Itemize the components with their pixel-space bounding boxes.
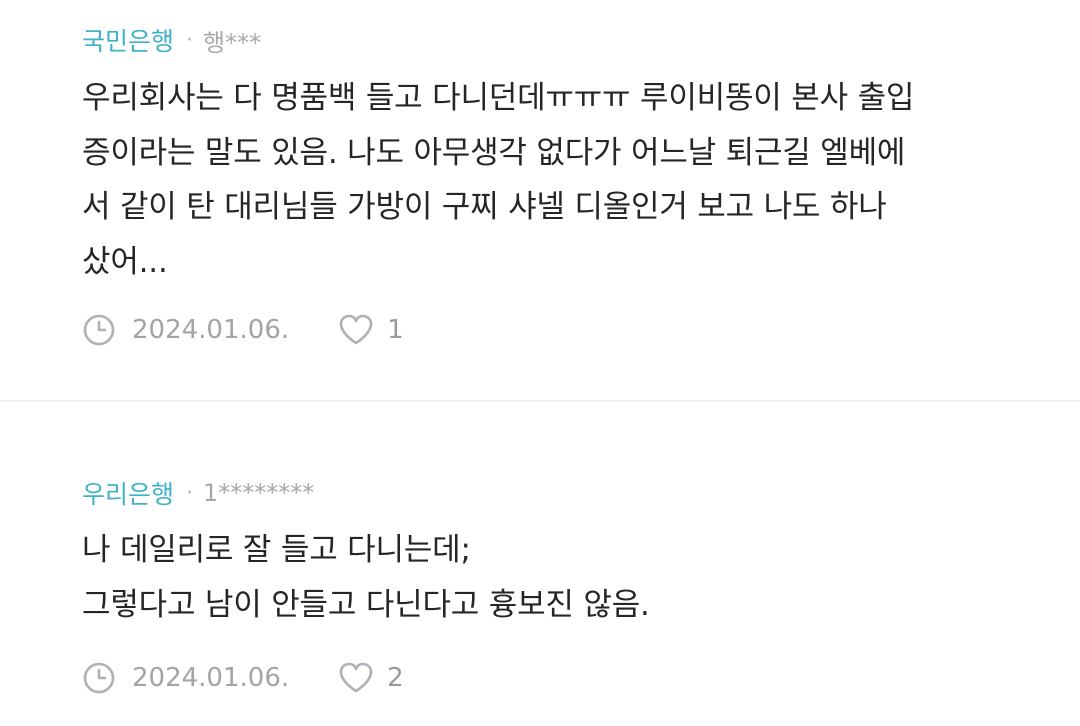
- clock-icon: [82, 313, 116, 347]
- heart-icon[interactable]: [337, 313, 375, 347]
- like-count: 1: [387, 315, 404, 345]
- separator-dot: ·: [186, 480, 194, 506]
- comment-meta: 2024.01.06. 2: [82, 658, 404, 698]
- comment-text: 나 데일리로 잘 들고 다니는데; 그렇다고 남이 안들고 다닌다고 흉보진 않…: [82, 532, 650, 623]
- comment-author-line: 국민은행 · 행***: [82, 20, 261, 60]
- username: 1********: [203, 479, 315, 507]
- comment-divider: [0, 400, 1080, 402]
- comment-text: 우리회사는 다 명품백 들고 다니던데ㅠㅠㅠ 루이비똥이 본사 출입 증이라는 …: [82, 80, 915, 280]
- comment-item: 국민은행 · 행*** 우리회사는 다 명품백 들고 다니던데ㅠㅠㅠ 루이비똥이…: [0, 0, 1080, 401]
- comment-meta: 2024.01.06. 1: [82, 310, 404, 350]
- bank-name-link[interactable]: 우리은행: [82, 475, 174, 511]
- heart-icon[interactable]: [337, 661, 375, 695]
- comment-author-line: 우리은행 · 1********: [82, 473, 314, 513]
- clock-icon: [82, 661, 116, 695]
- username: 행***: [203, 28, 262, 57]
- like-count: 2: [387, 663, 404, 693]
- bank-name-link[interactable]: 국민은행: [82, 22, 174, 58]
- separator-dot: ·: [186, 27, 194, 53]
- comment-item: 우리은행 · 1******** 나 데일리로 잘 들고 다니는데; 그렇다고 …: [0, 403, 1080, 726]
- comment-date: 2024.01.06.: [132, 663, 290, 693]
- comment-date: 2024.01.06.: [132, 315, 290, 345]
